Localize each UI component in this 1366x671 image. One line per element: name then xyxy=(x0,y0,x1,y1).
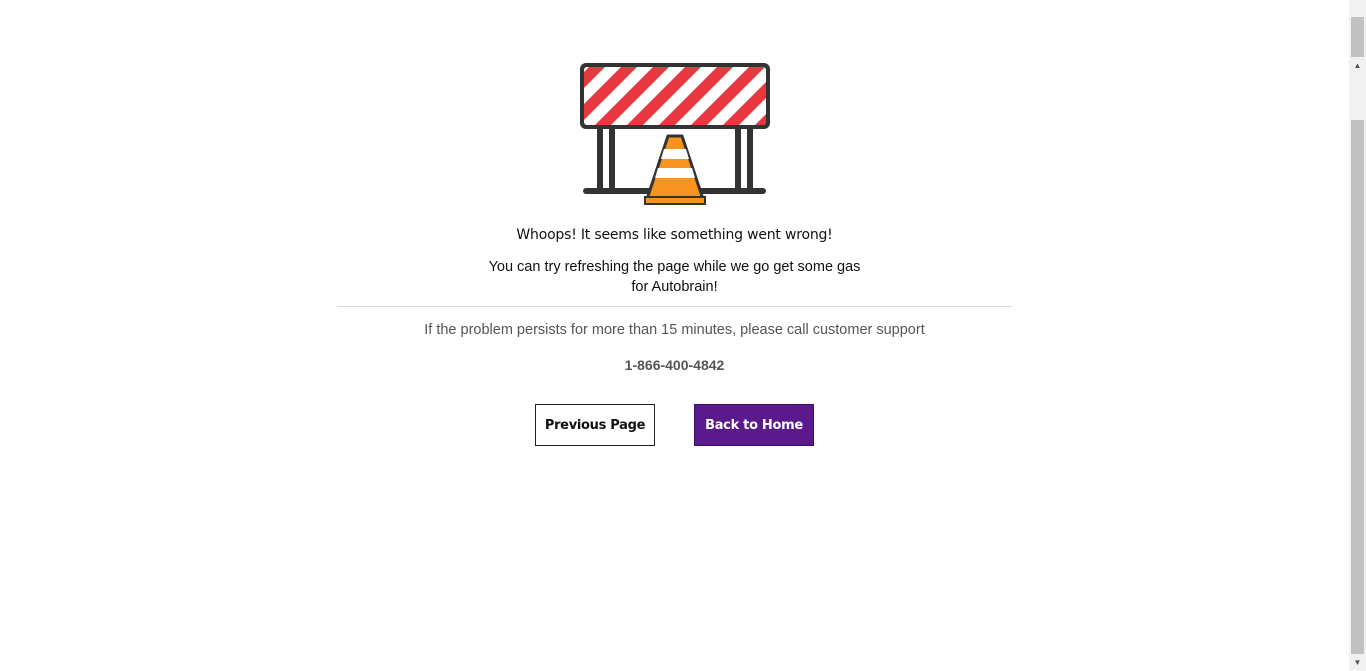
back-to-home-button[interactable]: Back to Home xyxy=(694,404,814,446)
error-title: Whoops! It seems like something went wro… xyxy=(516,227,833,243)
error-page: Whoops! It seems like something went wro… xyxy=(0,0,1366,671)
scrollbar-thumb-top[interactable] xyxy=(1351,17,1364,57)
support-text: If the problem persists for more than 15… xyxy=(424,322,925,338)
support-phone: 1-866-400-4842 xyxy=(624,357,725,373)
error-subtitle: You can try refreshing the page while we… xyxy=(488,259,861,295)
divider xyxy=(337,306,1012,307)
previous-page-button[interactable]: Previous Page xyxy=(535,404,655,446)
scroll-up-icon[interactable]: ▲ xyxy=(1349,57,1366,74)
main-content: Whoops! It seems like something went wro… xyxy=(0,0,1349,671)
vertical-scrollbar[interactable]: ▲ ▼ xyxy=(1349,0,1366,671)
road-barrier-icon xyxy=(580,63,770,205)
scroll-down-icon[interactable]: ▼ xyxy=(1349,654,1366,671)
scrollbar-thumb[interactable] xyxy=(1351,120,1364,654)
